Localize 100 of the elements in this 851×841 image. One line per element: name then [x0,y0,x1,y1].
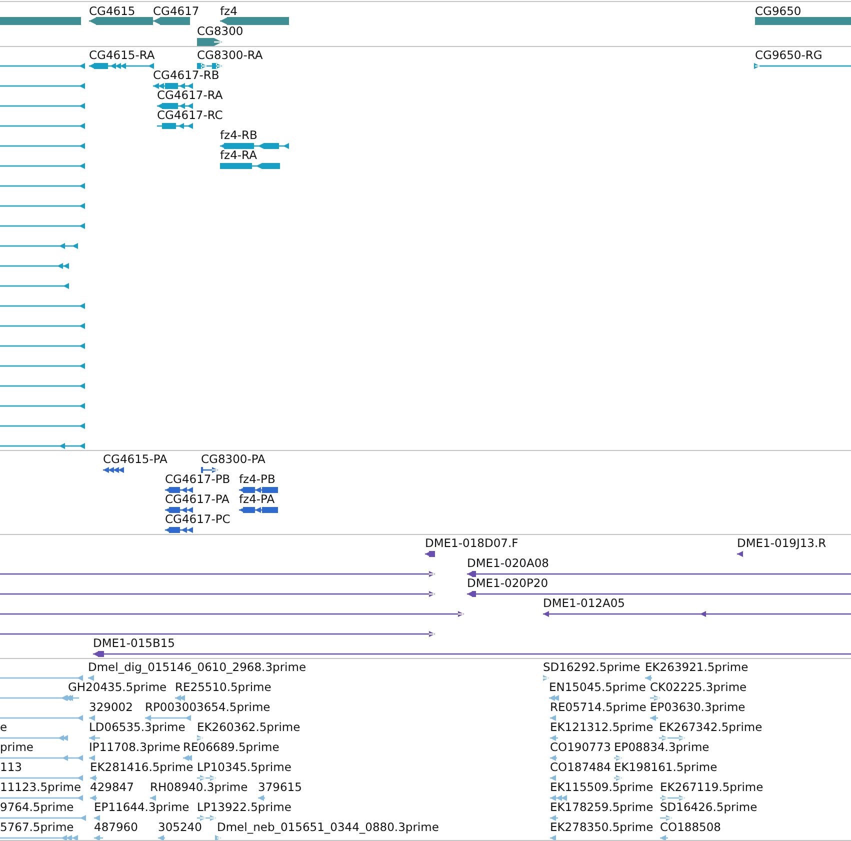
est-glyph[interactable] [550,755,557,761]
est-glyph[interactable] [258,795,265,801]
clone-glyph[interactable] [467,591,851,597]
feature-label: 11123.5prime [0,780,82,794]
transcript-glyph[interactable] [153,83,193,89]
feature-label: CG4615-PA [103,452,168,466]
est-glyph[interactable] [550,735,558,741]
est-glyph[interactable] [183,755,192,761]
est-glyph[interactable] [94,835,103,840]
transcript-glyph[interactable] [197,63,222,69]
feature-label: RE06689.5prime [183,740,280,754]
feature-label: 5767.5prime [0,820,74,834]
est-glyph[interactable] [550,715,556,721]
feature-label: EK121312.5prime [550,720,654,734]
est-glyph[interactable] [549,695,559,701]
feature-label: EK267119.5prime [660,780,764,794]
est-glyph[interactable] [215,835,221,840]
feature-label: CG4617-RC [157,108,223,122]
feature-label: CO188508 [660,820,721,834]
est-glyph[interactable] [650,715,658,721]
transcript-glyph[interactable] [220,143,289,149]
feature-label: CG4617-RA [157,88,223,102]
protein-glyph[interactable] [201,467,218,473]
gene-glyph[interactable] [220,17,289,25]
est-glyph[interactable] [94,815,100,821]
feature-label: RP003003654.5prime [145,700,270,714]
est-glyph[interactable] [175,695,185,701]
feature-label: fz4-PB [239,472,276,486]
feature-label: EK267342.5prime [659,720,762,734]
protein-glyph[interactable] [165,527,193,533]
feature-label: DME1-012A05 [543,596,625,610]
est-glyph[interactable] [550,795,567,801]
feature-label: CO190773 [550,740,611,754]
feature-label: SD16292.5prime [543,660,640,674]
est-glyph[interactable] [90,795,97,801]
est-glyph[interactable] [197,775,216,781]
est-glyph[interactable] [89,755,95,761]
protein-glyph[interactable] [165,507,193,513]
est-glyph[interactable] [659,735,685,741]
feature-label: CG9650 [755,4,802,18]
est-glyph[interactable] [660,795,685,801]
feature-label: fz4-PA [239,492,275,506]
clone-glyph[interactable] [543,611,851,617]
est-glyph[interactable] [145,715,191,721]
gene-glyph[interactable] [153,17,190,25]
est-glyph[interactable] [89,735,100,741]
est-glyph[interactable] [550,815,558,821]
gene-glyph[interactable] [197,38,222,46]
feature-label: RH08940.3prime [150,780,248,794]
feature-label: CG4615 [89,4,136,18]
est-glyph[interactable] [197,735,203,741]
est-glyph[interactable] [660,835,668,840]
est-glyph[interactable] [650,695,660,701]
feature-label: 9764.5prime [0,800,74,814]
feature-label: CG8300-RA [197,48,263,62]
est-glyph[interactable] [150,795,156,801]
clone-glyph[interactable] [425,551,435,557]
gene-glyph[interactable] [89,17,153,25]
feature-label: EP11644.3prime [94,800,190,814]
est-glyph[interactable] [660,815,672,821]
est-glyph[interactable] [90,775,97,781]
feature-label: EP08834.3prime [614,740,710,754]
est-glyph[interactable] [88,675,94,681]
feature-label: 305240 [158,820,202,834]
transcript-glyph[interactable] [220,163,280,169]
est-glyph[interactable] [197,815,216,821]
feature-label: DME1-020A08 [467,556,549,570]
clone-glyph[interactable] [93,651,851,657]
transcript-glyph[interactable] [754,63,851,69]
est-glyph[interactable] [62,695,79,701]
est-glyph[interactable] [614,775,622,781]
protein-glyph[interactable] [239,507,278,513]
protein-glyph[interactable] [103,467,124,473]
transcript-glyph[interactable] [157,123,193,129]
transcript-glyph[interactable] [89,63,154,69]
clone-glyph[interactable] [467,571,851,577]
feature-label: EK178259.5prime [550,800,654,814]
feature-label: 113 [0,760,22,774]
feature-label: fz4-RA [220,148,257,162]
est-glyph[interactable] [550,775,556,781]
feature-label: CO187484 [550,760,611,774]
protein-glyph[interactable] [239,487,278,493]
feature-label: Dmel_dig_015146_0610_2968.3prime [88,660,306,674]
feature-label: LP10345.5prime [197,760,292,774]
feature-label: CG8300 [197,24,244,38]
feature-label: Dmel_neb_015651_0344_0880.3prime [217,820,439,834]
transcript-glyph[interactable] [157,103,193,109]
feature-label: EK263921.5prime [645,660,748,674]
feature-label: LD06535.3prime [89,720,186,734]
est-glyph[interactable] [614,755,622,761]
est-glyph[interactable] [158,835,165,840]
est-glyph[interactable] [89,715,95,721]
transcript-glyph [0,263,69,269]
clone-glyph[interactable] [737,551,743,557]
est-glyph[interactable] [550,835,556,840]
est-glyph[interactable] [645,675,652,681]
feature-label: SD16426.5prime [660,800,758,814]
feature-label: e [0,720,8,734]
est-glyph[interactable] [543,675,549,681]
protein-glyph[interactable] [165,487,193,493]
